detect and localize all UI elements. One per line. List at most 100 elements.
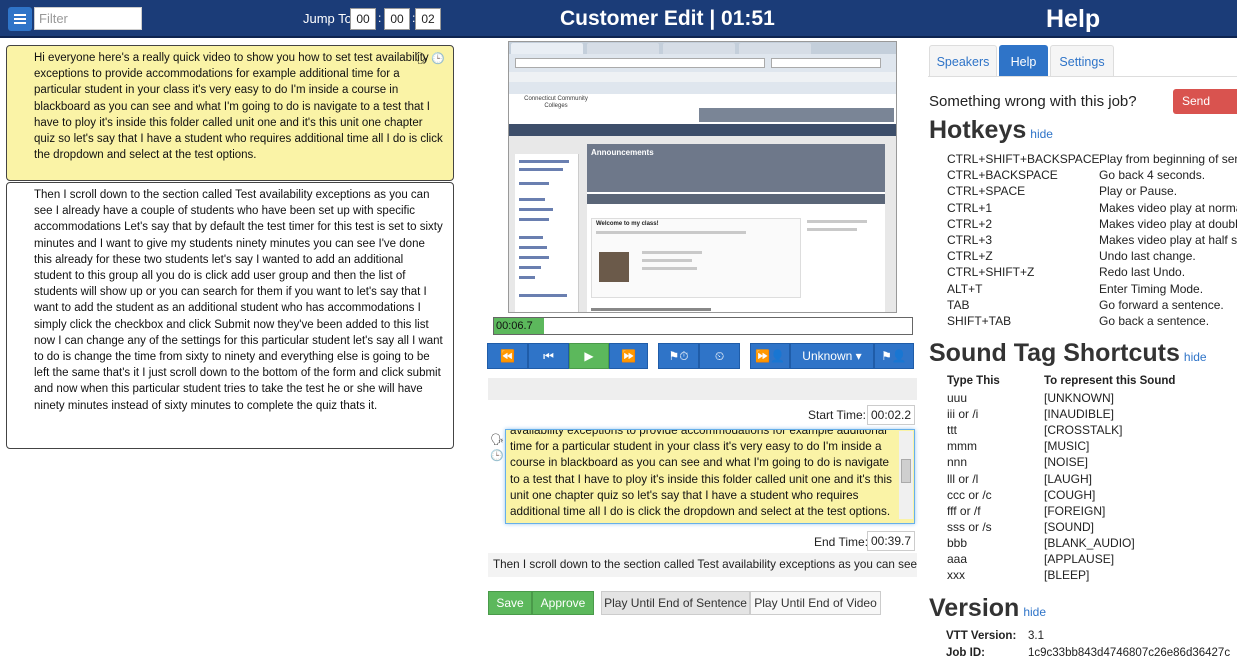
- speaker-icon[interactable]: 🗣: [490, 432, 504, 448]
- hotkey-description: Enter Timing Mode.: [1099, 281, 1204, 296]
- send-feedback-button[interactable]: Send Feedback: [1173, 89, 1237, 133]
- jump-to-label: Jump To:: [303, 11, 356, 26]
- progress-time: 00:06.7: [496, 320, 533, 332]
- editor-scrollbar[interactable]: [899, 431, 913, 519]
- hotkey-key: CTRL+1: [947, 200, 993, 215]
- hotkeys-heading: Hotkeys hide: [929, 116, 1053, 144]
- hotkey-key: CTRL+SHIFT+Z: [947, 265, 1035, 280]
- previous-button[interactable]: ⏮: [528, 343, 569, 369]
- course-menu: [515, 154, 579, 312]
- menu-button[interactable]: [8, 7, 32, 31]
- problem-text: Something wrong with this job?: [929, 93, 1137, 110]
- sound-tag-value: [INAUDIBLE]: [1044, 407, 1115, 422]
- hotkey-key: CTRL+SHIFT+BACKSPACE: [947, 152, 1100, 166]
- hotkey-description: Go back 4 seconds.: [1099, 168, 1206, 183]
- hotkey-description: Play from beginning of sentence.: [1099, 152, 1237, 166]
- sentence-text: Hi everyone here's a really quick video …: [34, 52, 443, 162]
- caret-down-icon: ▾: [855, 349, 862, 363]
- forward-button[interactable]: ⏩: [609, 343, 648, 369]
- start-time-input[interactable]: 00:02.2: [867, 405, 915, 425]
- flag-time-button[interactable]: ⚑⏱: [658, 343, 699, 369]
- sound-tag-shortcut: mmm: [947, 439, 977, 454]
- sentence-editor[interactable]: availability exceptions to provide accom…: [505, 429, 915, 524]
- welcome-text: Welcome to my class!: [596, 221, 659, 227]
- hotkey-description: Go back a sentence.: [1099, 314, 1210, 328]
- sound-tag-value: [MUSIC]: [1044, 439, 1090, 454]
- sound-tag-shortcut: ttt: [947, 423, 958, 438]
- announcements-heading: Announcements: [587, 144, 885, 192]
- flag-speaker-button[interactable]: ⚑👤: [874, 343, 914, 369]
- filter-input[interactable]: [34, 7, 142, 30]
- sound-tag-value: [LAUGH]: [1044, 471, 1093, 486]
- sound-tag-shortcut: aaa: [947, 552, 968, 566]
- hotkey-description: Play or Pause.: [1099, 184, 1178, 199]
- hotkey-key: CTRL+BACKSPACE: [947, 168, 1058, 183]
- announcements-panel: Announcements Welcome to my class!: [587, 144, 885, 312]
- speaker-icon[interactable]: 🗣: [414, 53, 428, 65]
- jump-seconds-input[interactable]: 02: [415, 8, 441, 30]
- video-player[interactable]: Connecticut Community Colleges Announcem…: [508, 41, 897, 313]
- hotkey-description: Makes video play at double speed.: [1099, 216, 1237, 231]
- version-hide-link[interactable]: hide: [1023, 605, 1046, 619]
- sentence-text: Then I scroll down to the section called…: [34, 189, 443, 412]
- jump-minutes-input[interactable]: 00: [384, 8, 410, 30]
- save-button[interactable]: Save: [488, 591, 532, 615]
- approve-button[interactable]: Approve: [532, 591, 594, 615]
- sound-tags-hide-link[interactable]: hide: [1184, 350, 1207, 364]
- speaker-dropdown[interactable]: Unknown ▾: [790, 343, 874, 369]
- progress-bar[interactable]: 00:06.7: [493, 317, 913, 335]
- play-button[interactable]: ▶: [569, 343, 609, 369]
- sound-tag-value: [FOREIGN]: [1044, 503, 1106, 518]
- waveform-bar: [488, 378, 917, 400]
- sound-tag-shortcut: bbb: [947, 535, 968, 550]
- hotkey-key: SHIFT+TAB: [947, 314, 1012, 328]
- sound-tag-value: [BLANK_AUDIO]: [1044, 535, 1135, 550]
- hotkey-description: Makes video play at normal speed.: [1099, 200, 1237, 215]
- sound-tag-shortcut: uuu: [947, 391, 968, 405]
- hotkey-key: CTRL+3: [947, 233, 993, 247]
- sound-tag-value: [SOUND]: [1044, 519, 1095, 534]
- hotkey-description: Makes video play at half speed.: [1099, 233, 1237, 247]
- college-logo: Connecticut Community Colleges: [524, 96, 588, 109]
- scrollbar-thumb[interactable]: [901, 459, 911, 483]
- end-time-label: End Time:: [814, 535, 869, 549]
- sound-tag-value: [UNKNOWN]: [1044, 391, 1114, 405]
- rewind-button[interactable]: ⏪: [487, 343, 528, 369]
- speaker-next-button[interactable]: ⏩👤: [750, 343, 790, 369]
- tab-speakers[interactable]: Speakers: [929, 45, 997, 77]
- sound-tag-shortcut: ccc or /c: [947, 487, 992, 502]
- hotkey-key: CTRL+SPACE: [947, 184, 1026, 199]
- top-bar: Jump To: 00 : 00 : 02 Customer Edit | 01…: [0, 0, 1237, 38]
- jump-hours-input[interactable]: 00: [350, 8, 376, 30]
- page-title: Customer Edit | 01:51: [560, 7, 775, 30]
- clock-icon[interactable]: 🕒: [490, 448, 504, 464]
- hotkey-description: Undo last change.: [1099, 249, 1196, 264]
- sound-tag-shortcut: fff or /f: [947, 503, 981, 518]
- next-sentence-preview: Then I scroll down to the section called…: [488, 553, 917, 577]
- hotkey-key: CTRL+Z: [947, 249, 993, 264]
- sound-tag-value: [NOISE]: [1044, 455, 1089, 470]
- hotkey-key: TAB: [947, 297, 970, 312]
- help-title: Help: [1046, 5, 1101, 33]
- tab-settings[interactable]: Settings: [1050, 45, 1114, 77]
- sentence-item[interactable]: Then I scroll down to the section called…: [6, 182, 454, 449]
- timing-button[interactable]: ⏲: [699, 343, 740, 369]
- sound-tag-shortcut: lll or /l: [947, 471, 979, 486]
- clock-icon[interactable]: 🕒: [431, 53, 445, 65]
- sentence-item-active[interactable]: 🗣 🕒 Hi everyone here's a really quick vi…: [6, 45, 454, 181]
- sound-tag-shortcut: iii or /i: [947, 407, 979, 422]
- hotkeys-hide-link[interactable]: hide: [1030, 127, 1053, 141]
- end-time-input[interactable]: 00:39.7: [867, 531, 915, 551]
- sound-tag-value: [CROSSTALK]: [1044, 423, 1123, 438]
- browser-chrome: [509, 42, 896, 94]
- sound-tag-value: [BLEEP]: [1044, 568, 1090, 583]
- sound-tag-shortcut: nnn: [947, 455, 968, 470]
- hotkey-description: Go forward a sentence.: [1099, 297, 1224, 312]
- version-heading: Version hide: [929, 594, 1047, 622]
- hotkey-key: ALT+T: [947, 281, 983, 296]
- play-until-sentence-button[interactable]: Play Until End of Sentence: [601, 591, 750, 615]
- sound-tag-shortcut: xxx: [947, 568, 965, 583]
- tab-help[interactable]: Help: [999, 45, 1048, 77]
- play-until-video-button[interactable]: Play Until End of Video: [750, 591, 881, 615]
- start-time-label: Start Time:: [808, 408, 867, 422]
